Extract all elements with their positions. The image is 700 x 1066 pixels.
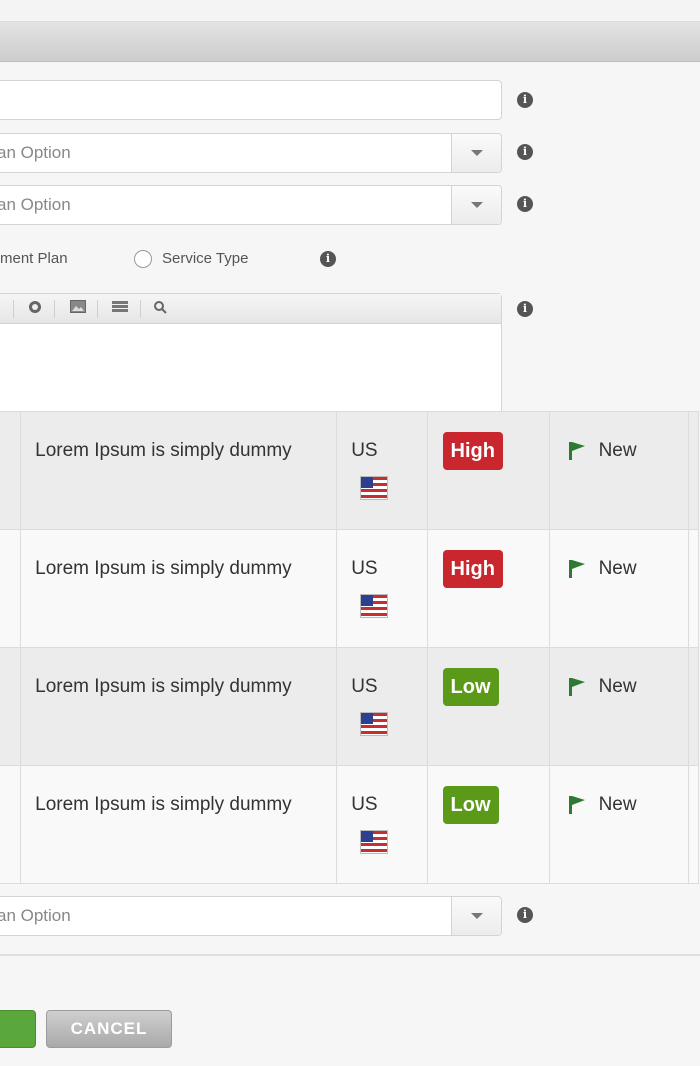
editor-toolbar	[0, 294, 501, 324]
table-cell	[0, 765, 22, 884]
status-label: New	[567, 440, 689, 462]
dialog-header	[0, 22, 700, 62]
priority-cell: High	[426, 529, 550, 648]
us-flag-icon	[360, 594, 389, 618]
row-description: Lorem Ipsum is simply dummy	[35, 794, 292, 815]
rich-text-editor[interactable]	[0, 293, 502, 423]
radio-label-service-type: Service Type	[162, 250, 249, 267]
priority-cell: Low	[426, 765, 550, 884]
link-icon[interactable]	[26, 300, 44, 318]
status-cell: New	[548, 765, 690, 884]
row-description: Lorem Ipsum is simply dummy	[35, 676, 292, 697]
radio-label-plan: ment Plan	[0, 250, 68, 267]
table-row[interactable]: Lorem Ipsum is simply dummy US Low New	[0, 647, 699, 766]
status-text: New	[598, 676, 637, 697]
cancel-button[interactable]: CANCEL	[46, 1010, 172, 1048]
data-table: Lorem Ipsum is simply dummy US High New …	[0, 411, 700, 884]
priority-badge: High	[442, 432, 503, 470]
select-2-value: an Option	[0, 195, 71, 214]
chevron-down-icon[interactable]	[451, 897, 501, 935]
text-input[interactable]	[0, 80, 502, 120]
toolbar-separator	[140, 300, 141, 318]
country-code: US	[351, 558, 378, 579]
status-label: New	[567, 676, 689, 698]
status-text: New	[598, 440, 637, 461]
select-1-value: an Option	[0, 143, 71, 162]
footer-divider	[0, 954, 700, 956]
status-cell: New	[548, 411, 690, 530]
country-cell: US	[336, 647, 428, 766]
toolbar-separator	[13, 300, 14, 318]
table-row[interactable]: Lorem Ipsum is simply dummy US High New	[0, 529, 699, 648]
status-label: New	[567, 558, 689, 580]
status-label: New	[567, 794, 689, 816]
info-icon[interactable]: i	[320, 251, 336, 267]
country-code: US	[351, 676, 378, 697]
table-row[interactable]: Lorem Ipsum is simply dummy US Low New	[0, 765, 699, 884]
toolbar-separator	[97, 300, 98, 318]
row-description: Lorem Ipsum is simply dummy	[35, 558, 292, 579]
info-icon[interactable]: i	[517, 92, 533, 108]
list-icon[interactable]	[111, 300, 129, 318]
description-cell: Lorem Ipsum is simply dummy	[20, 647, 338, 766]
top-strip	[0, 0, 700, 22]
info-icon[interactable]: i	[517, 144, 533, 160]
priority-badge: High	[442, 550, 503, 588]
country-cell: US	[336, 765, 428, 884]
table-cell	[0, 411, 22, 530]
select-field-3[interactable]: an Option	[0, 896, 502, 936]
description-cell: Lorem Ipsum is simply dummy	[20, 529, 338, 648]
table-cell	[688, 529, 699, 648]
info-icon[interactable]: i	[517, 301, 533, 317]
info-icon[interactable]: i	[517, 907, 533, 923]
country-code: US	[351, 440, 378, 461]
flag-icon	[568, 796, 585, 814]
info-icon[interactable]: i	[517, 196, 533, 212]
status-cell: New	[548, 647, 690, 766]
priority-badge: Low	[442, 668, 499, 706]
us-flag-icon	[360, 476, 389, 500]
search-icon[interactable]	[151, 300, 169, 318]
table-cell	[688, 411, 699, 530]
table-row[interactable]: Lorem Ipsum is simply dummy US High New	[0, 411, 699, 530]
flag-icon	[568, 442, 585, 460]
priority-cell: Low	[426, 647, 550, 766]
toolbar-separator	[54, 300, 55, 318]
priority-badge: Low	[442, 786, 499, 824]
chevron-down-icon[interactable]	[451, 186, 501, 224]
country-cell: US	[336, 411, 428, 530]
country-cell: US	[336, 529, 428, 648]
us-flag-icon	[360, 830, 389, 854]
description-cell: Lorem Ipsum is simply dummy	[20, 765, 338, 884]
table-cell	[688, 765, 699, 884]
description-cell: Lorem Ipsum is simply dummy	[20, 411, 338, 530]
status-cell: New	[548, 529, 690, 648]
select-field-1[interactable]: an Option	[0, 133, 502, 173]
us-flag-icon	[360, 712, 389, 736]
radio-service-type[interactable]	[134, 250, 152, 268]
flag-icon	[568, 678, 585, 696]
chevron-down-icon[interactable]	[451, 134, 501, 172]
table-cell	[688, 647, 699, 766]
status-text: New	[598, 794, 637, 815]
flag-icon	[568, 560, 585, 578]
table-cell	[0, 529, 22, 648]
priority-cell: High	[426, 411, 550, 530]
country-code: US	[351, 794, 378, 815]
select-field-2[interactable]: an Option	[0, 185, 502, 225]
status-text: New	[598, 558, 637, 579]
select-3-value: an Option	[0, 906, 71, 925]
row-description: Lorem Ipsum is simply dummy	[35, 440, 292, 461]
table-cell	[0, 647, 22, 766]
submit-button[interactable]	[0, 1010, 36, 1048]
image-icon[interactable]	[69, 300, 87, 318]
